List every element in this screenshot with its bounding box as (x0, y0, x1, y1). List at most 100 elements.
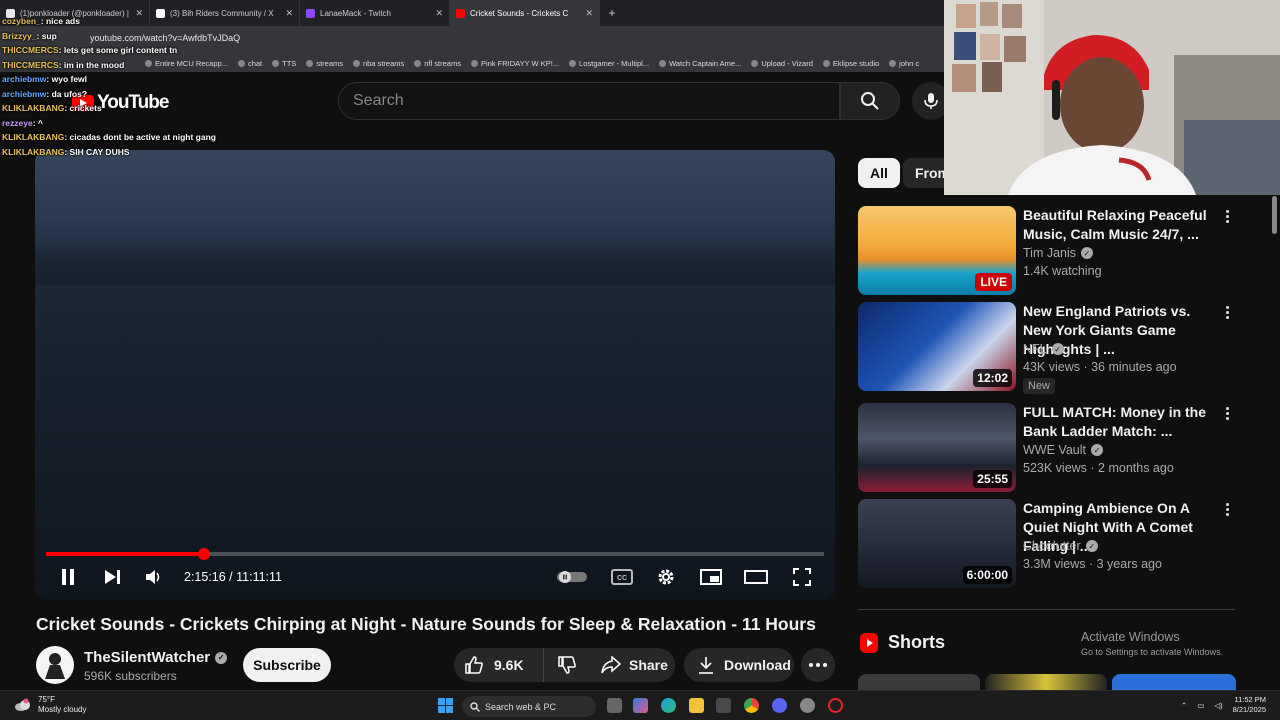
next-button[interactable] (100, 565, 124, 589)
video-channel-row[interactable]: NFL ✓ (1023, 342, 1064, 356)
chat-username[interactable]: Brizzyy_ (2, 31, 37, 41)
chat-username[interactable]: rezzeye (2, 118, 33, 128)
close-icon[interactable]: ✕ (585, 8, 593, 19)
video-player[interactable] (35, 150, 835, 600)
bookmark-icon (306, 59, 314, 67)
clock[interactable]: 11:52 PM 8/21/2025 (1233, 695, 1266, 715)
bookmark-item[interactable]: Eklipse studio (822, 59, 879, 68)
obs-icon[interactable] (800, 698, 815, 713)
recommended-video[interactable]: LIVE Beautiful Relaxing Peaceful Music, C… (858, 206, 1258, 296)
speaker-icon[interactable]: ◁) (1214, 701, 1222, 710)
dislike-button[interactable] (544, 648, 590, 682)
like-button[interactable]: 9.6K (454, 648, 544, 682)
recommended-video[interactable]: 12:02 New England Patriots vs. New York G… (858, 302, 1258, 394)
bookmark-item[interactable]: nba streams (352, 59, 404, 68)
channel-name[interactable]: TheSilentWatcher (84, 649, 210, 666)
more-actions-button[interactable] (801, 648, 835, 682)
video-thumbnail[interactable]: LIVE (858, 206, 1016, 295)
network-icon[interactable]: ▭ (1197, 701, 1204, 710)
recommended-video[interactable]: 25:55 FULL MATCH: Money in the Bank Ladde… (858, 403, 1258, 493)
volume-button[interactable] (142, 565, 166, 589)
bookmark-item[interactable]: Upload - Vizard (751, 59, 813, 68)
video-meta: 1.4K watching (1023, 264, 1102, 278)
progress-bar[interactable] (46, 548, 824, 560)
video-title[interactable]: Beautiful Relaxing Peaceful Music, Calm … (1023, 206, 1221, 244)
chip-all[interactable]: All (858, 158, 900, 188)
channel-name-row[interactable]: TheSilentWatcher ✓ (84, 649, 228, 666)
more-vertical-icon[interactable] (1224, 503, 1230, 516)
more-vertical-icon[interactable] (1224, 306, 1230, 319)
video-channel[interactable]: Tim Janis (1023, 246, 1076, 260)
autoplay-toggle[interactable] (556, 565, 588, 589)
chevron-up-icon[interactable]: ⌃ (1181, 701, 1187, 710)
browser-tab[interactable]: Cricket Sounds - Crickets C ✕ (450, 0, 600, 26)
theater-mode-button[interactable] (744, 565, 768, 589)
captions-icon: CC (611, 569, 633, 585)
chat-username[interactable]: KLIKLAKBANG (2, 132, 64, 142)
start-button[interactable] (438, 698, 453, 713)
video-channel[interactable]: WWE Vault (1023, 443, 1086, 457)
video-duration: 6:00:00 (962, 566, 1012, 584)
new-tab-button[interactable]: + (600, 6, 624, 20)
share-button[interactable]: Share (589, 648, 675, 682)
more-vertical-icon[interactable] (1224, 210, 1230, 223)
video-channel-row[interactable]: Tim Janis ✓ (1023, 246, 1094, 260)
chat-username[interactable]: THICCMERCS (2, 60, 59, 70)
opera-icon[interactable] (828, 698, 843, 713)
progress-scrubber[interactable] (197, 548, 210, 560)
subscribe-button[interactable]: Subscribe (243, 648, 331, 682)
chat-username[interactable]: KLIKLAKBANG (2, 147, 64, 157)
pause-button[interactable] (56, 565, 80, 589)
bookmark-item[interactable]: Watch Captain Ame... (659, 59, 741, 68)
chat-username[interactable]: archiebmw (2, 89, 46, 99)
chat-text: nice ads (45, 16, 80, 26)
video-thumbnail[interactable]: 25:55 (858, 403, 1016, 492)
system-tray: ⌃ ▭ ◁) 11:52 PM 8/21/2025 (1181, 695, 1280, 715)
settings-button[interactable] (654, 565, 678, 589)
search-button[interactable] (840, 82, 900, 120)
bookmark-item[interactable]: nfl streams (414, 59, 461, 68)
bookmark-label: chat (247, 58, 263, 68)
sidebar-scrollbar[interactable] (1272, 196, 1277, 234)
browser-tab[interactable]: LanaeMack - Twitch ✕ (300, 0, 450, 26)
bookmark-item[interactable]: TTS (272, 59, 296, 68)
store-icon[interactable] (716, 698, 731, 713)
discord-icon[interactable] (772, 698, 787, 713)
video-title[interactable]: FULL MATCH: Money in the Bank Ladder Mat… (1023, 403, 1221, 441)
channel-avatar[interactable] (36, 646, 74, 684)
video-channel-row[interactable]: Choolutter ✓ (1023, 539, 1098, 553)
bookmark-item[interactable]: Pink FRIDAYY W KP!... (470, 59, 559, 68)
download-label: Download (724, 657, 791, 673)
video-channel[interactable]: Choolutter (1023, 539, 1081, 553)
weather-widget[interactable]: 75°F Mostly cloudy (14, 695, 86, 715)
download-button[interactable]: Download (684, 648, 794, 682)
chat-username[interactable]: cozyben_ (2, 16, 41, 26)
chat-username[interactable]: THICCMERCS (2, 45, 59, 55)
recommended-video[interactable]: 6:00:00 Camping Ambience On A Quiet Night… (858, 499, 1258, 589)
search-input[interactable]: Search (338, 82, 840, 120)
chat-username[interactable]: KLIKLAKBANG (2, 103, 64, 113)
bookmark-item[interactable]: streams (306, 59, 343, 68)
bookmark-item[interactable]: john c (889, 59, 919, 68)
video-channel[interactable]: NFL (1023, 342, 1047, 356)
more-vertical-icon[interactable] (1224, 407, 1230, 420)
video-thumbnail[interactable]: 6:00:00 (858, 499, 1016, 588)
video-channel-row[interactable]: WWE Vault ✓ (1023, 443, 1103, 457)
task-view-icon[interactable] (607, 698, 622, 713)
copilot-icon[interactable] (633, 698, 648, 713)
file-explorer-icon[interactable] (689, 698, 704, 713)
close-icon[interactable]: ✕ (435, 8, 443, 19)
video-thumbnail[interactable]: 12:02 (858, 302, 1016, 391)
chrome-icon[interactable] (744, 698, 759, 713)
fullscreen-button[interactable] (790, 565, 814, 589)
chat-username[interactable]: archiebmw (2, 74, 46, 84)
taskbar-search[interactable]: Search web & PC (462, 696, 596, 717)
edge-browser-icon[interactable] (661, 698, 676, 713)
video-meta: 523K views · 2 months ago (1023, 461, 1174, 475)
tab-title: LanaeMack - Twitch (320, 8, 391, 18)
close-icon[interactable]: ✕ (285, 8, 293, 19)
bookmark-item[interactable]: Lostgamer - Multipl... (569, 59, 649, 68)
bookmark-item[interactable]: chat (237, 58, 263, 68)
captions-button[interactable]: CC (610, 565, 634, 589)
miniplayer-button[interactable] (699, 565, 723, 589)
